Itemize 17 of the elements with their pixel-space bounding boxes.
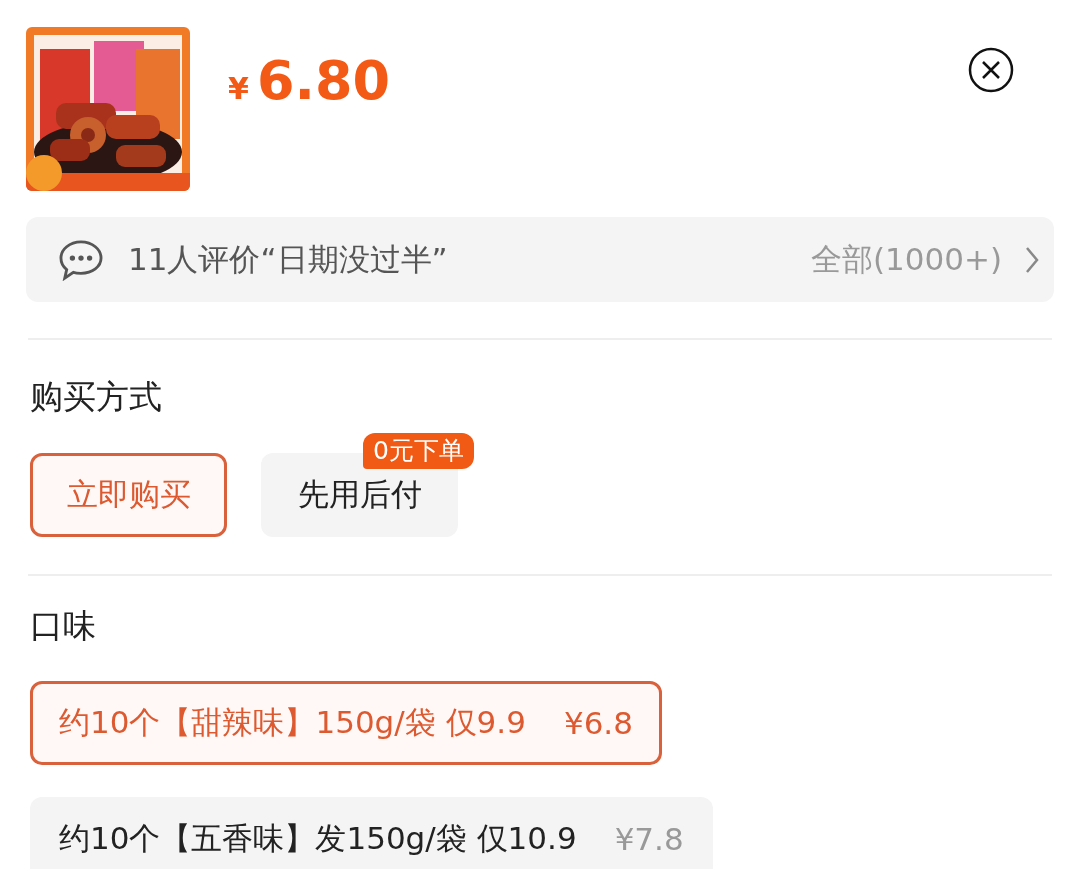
close-icon — [968, 47, 1014, 93]
section-title: 购买方式 — [29, 377, 163, 417]
review-summary: 11人评价“日期没过半” — [128, 239, 448, 279]
flavor-price: ¥7.8 — [614, 821, 684, 857]
flavor-label: 约10个【五香味】发150g/袋 仅10.9 — [59, 819, 577, 858]
flavor-option[interactable]: 约10个【甜辣味】150g/袋 仅9.9 ¥6.8 — [30, 681, 662, 765]
section-title: 口味 — [29, 606, 97, 646]
promo-badge: 0元下单 — [363, 433, 474, 469]
price-amount: 6.80 — [256, 48, 391, 112]
chat-bubble-icon — [58, 238, 104, 281]
flavor-price: ¥6.8 — [563, 705, 633, 741]
purchase-option[interactable]: 立即购买 — [30, 453, 227, 537]
close-button[interactable] — [968, 47, 1014, 93]
flavor-option[interactable]: 约10个【五香味】发150g/袋 仅10.9 ¥7.8 — [30, 797, 713, 869]
currency-symbol: ¥ — [228, 70, 249, 106]
flavor-label: 约10个【甜辣味】150g/袋 仅9.9 — [59, 703, 526, 742]
review-bar[interactable]: 11人评价“日期没过半” 全部(1000+) — [26, 217, 1054, 302]
